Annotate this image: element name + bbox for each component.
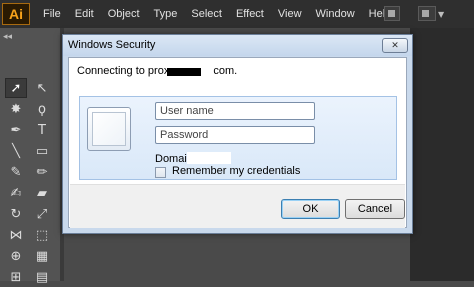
ok-button[interactable]: OK — [281, 199, 340, 219]
artboard-area — [410, 28, 474, 281]
magic-wand-tool-icon[interactable]: ✸ — [5, 99, 27, 119]
dialog-title: Windows Security — [68, 39, 156, 51]
credential-tile[interactable]: User name Password Domai Remember my cre… — [79, 96, 397, 180]
illustrator-logo: Ai — [2, 3, 30, 25]
dialog-titlebar[interactable]: Windows Security ✕ — [63, 35, 412, 56]
connecting-message: Connecting to prox com. — [77, 65, 237, 77]
domain-redaction — [187, 152, 231, 164]
blob-brush-tool-icon[interactable]: ✍ — [5, 183, 27, 203]
selection-tool-icon[interactable]: ➚ — [5, 78, 27, 98]
domain-label: Domai — [155, 153, 187, 165]
pencil-tool-icon[interactable]: ✏ — [31, 162, 53, 182]
bridge-icon[interactable] — [384, 6, 400, 21]
type-tool-icon[interactable]: T — [31, 120, 53, 140]
menu-file[interactable]: File — [36, 0, 68, 28]
direct-selection-tool-icon[interactable]: ↖ — [31, 78, 53, 98]
menu-view[interactable]: View — [271, 0, 309, 28]
menu-window[interactable]: Window — [309, 0, 362, 28]
username-field[interactable]: User name — [155, 102, 315, 120]
remember-credentials-checkbox[interactable] — [155, 167, 166, 178]
user-avatar — [87, 107, 131, 151]
shape-builder-tool-icon[interactable]: ⊕ — [5, 246, 27, 266]
free-transform-tool-icon[interactable]: ⬚ — [31, 225, 53, 245]
connecting-prefix: Connecting to prox — [77, 65, 170, 77]
gradient-tool-icon[interactable]: ▤ — [31, 267, 53, 287]
mesh-tool-icon[interactable]: ⊞ — [5, 267, 27, 287]
redaction-bar — [167, 68, 201, 76]
cancel-button[interactable]: Cancel — [345, 199, 405, 219]
close-icon: ✕ — [391, 40, 399, 51]
menubar: Ai File Edit Object Type Select Effect V… — [0, 0, 474, 28]
menu-select[interactable]: Select — [184, 0, 229, 28]
width-tool-icon[interactable]: ⋈ — [5, 225, 27, 245]
chevron-down-icon[interactable]: ▼ — [438, 10, 444, 19]
menu-type[interactable]: Type — [147, 0, 185, 28]
connecting-suffix: com. — [213, 65, 238, 77]
close-button[interactable]: ✕ — [382, 38, 408, 53]
windows-security-dialog: Windows Security ✕ Connecting to prox com… — [62, 34, 413, 234]
scale-tool-icon[interactable]: ⤢ — [31, 204, 53, 224]
button-bar: OK Cancel — [70, 184, 405, 228]
paintbrush-tool-icon[interactable]: ✎ — [5, 162, 27, 182]
perspective-grid-tool-icon[interactable]: ▦ — [31, 246, 53, 266]
rectangle-tool-icon[interactable]: ▭ — [31, 141, 53, 161]
pen-tool-icon[interactable]: ✒ — [5, 120, 27, 140]
dialog-body: Connecting to prox com. User name Passwor… — [68, 57, 407, 228]
password-field[interactable]: Password — [155, 126, 315, 144]
menu-edit[interactable]: Edit — [68, 0, 101, 28]
eraser-tool-icon[interactable]: ▰ — [31, 183, 53, 203]
menu-effect[interactable]: Effect — [229, 0, 271, 28]
collapse-panel-icon[interactable]: ◂◂ — [3, 32, 12, 42]
menu-object[interactable]: Object — [101, 0, 147, 28]
arrange-documents-icon[interactable] — [418, 6, 436, 21]
lasso-tool-icon[interactable]: ϙ — [31, 99, 53, 119]
tools-panel: ◂◂ ➚ ↖ ✸ ϙ ✒ T ╲ ▭ ✎ ✏ ✍ ▰ ↻ ⤢ ⋈ ⬚ ⊕ ▦ ⊞… — [0, 28, 60, 285]
remember-credentials-label[interactable]: Remember my credentials — [172, 165, 300, 177]
rotate-tool-icon[interactable]: ↻ — [5, 204, 27, 224]
line-tool-icon[interactable]: ╲ — [5, 141, 27, 161]
